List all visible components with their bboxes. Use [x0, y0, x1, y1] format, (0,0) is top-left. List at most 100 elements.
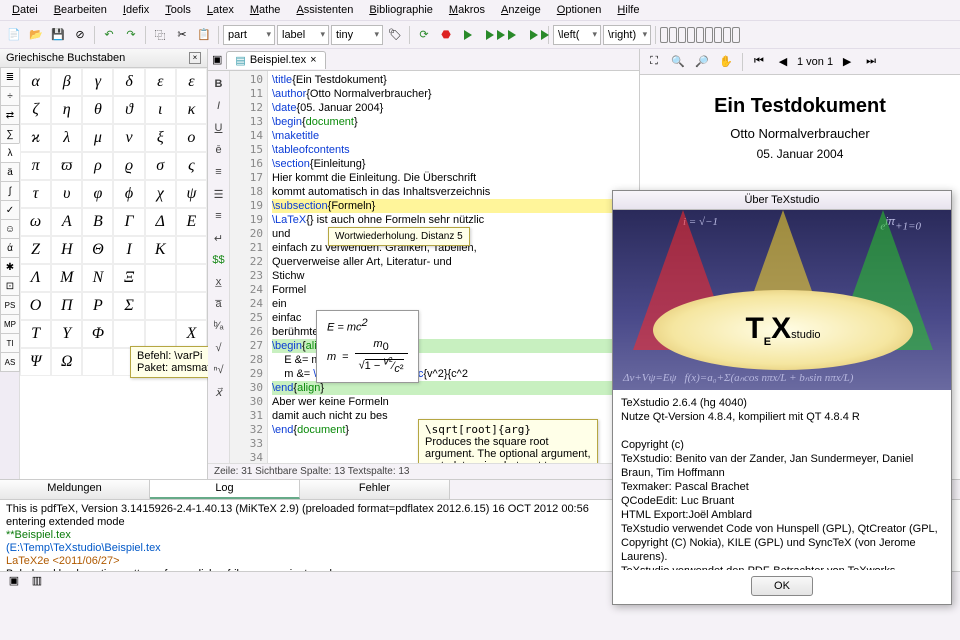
symbol-cell[interactable]: Ξ: [113, 264, 144, 292]
symbol-cell[interactable]: ϑ: [113, 96, 144, 124]
symbol-cell[interactable]: τ: [20, 180, 51, 208]
left-delim-combo[interactable]: \left(: [553, 25, 601, 45]
symbol-cell[interactable]: Φ: [82, 320, 113, 348]
symbol-cell[interactable]: χ: [145, 180, 176, 208]
stop-icon[interactable]: ⬣: [436, 25, 456, 45]
symtab-6[interactable]: ∫: [0, 181, 20, 201]
symbol-cell[interactable]: [176, 236, 207, 264]
symbol-cell[interactable]: υ: [51, 180, 82, 208]
menu-tools[interactable]: Tools: [159, 2, 197, 18]
prev-zoom-icon[interactable]: 🔍: [668, 52, 688, 72]
symbol-cell[interactable]: ν: [113, 124, 144, 152]
symbol-cell[interactable]: ξ: [145, 124, 176, 152]
fontsize-combo[interactable]: tiny: [331, 25, 383, 45]
symbol-cell[interactable]: δ: [113, 68, 144, 96]
symbol-cell[interactable]: Θ: [82, 236, 113, 264]
label-combo[interactable]: label: [277, 25, 329, 45]
menu-latex[interactable]: Latex: [201, 2, 240, 18]
menu-anzeige[interactable]: Anzeige: [495, 2, 547, 18]
menu-optionen[interactable]: Optionen: [551, 2, 608, 18]
menu-makros[interactable]: Makros: [443, 2, 491, 18]
align-right-icon[interactable]: ≡: [210, 207, 228, 225]
right-delim-combo[interactable]: \right): [603, 25, 651, 45]
symbol-cell[interactable]: Ω: [51, 348, 82, 376]
symtab-7[interactable]: ✓: [0, 200, 20, 220]
symbol-cell[interactable]: π: [20, 152, 51, 180]
symbol-cell[interactable]: Κ: [145, 236, 176, 264]
menu-datei[interactable]: Datei: [6, 2, 44, 18]
symbol-cell[interactable]: φ: [82, 180, 113, 208]
symbol-cell[interactable]: λ: [51, 124, 82, 152]
underline-icon[interactable]: U: [210, 119, 228, 137]
symbol-cell[interactable]: Ζ: [20, 236, 51, 264]
symbol-cell[interactable]: ζ: [20, 96, 51, 124]
prev-back-icon[interactable]: ◀: [773, 52, 793, 72]
sqrt-icon[interactable]: √: [210, 339, 228, 357]
symbol-cell[interactable]: Λ: [20, 264, 51, 292]
frac-icon[interactable]: ᵇ⁄ₐ: [210, 317, 228, 335]
paste-icon[interactable]: 📋: [194, 25, 214, 45]
align-left-icon[interactable]: ≡: [210, 163, 228, 181]
vec-icon[interactable]: x⃗: [210, 383, 228, 401]
build-icon[interactable]: ⟳: [414, 25, 434, 45]
symbol-cell[interactable]: γ: [82, 68, 113, 96]
sqrtn-icon[interactable]: ⁿ√: [210, 361, 228, 379]
tab-log[interactable]: Log: [150, 480, 300, 499]
italic-icon[interactable]: I: [210, 97, 228, 115]
new-file-icon[interactable]: 📄: [4, 25, 24, 45]
symbol-cell[interactable]: Σ: [113, 292, 144, 320]
prev-hand-icon[interactable]: ✋: [716, 52, 736, 72]
sub-icon[interactable]: x̲: [210, 273, 228, 291]
symbol-cell[interactable]: [113, 320, 144, 348]
menu-hilfe[interactable]: Hilfe: [611, 2, 645, 18]
symbol-cell[interactable]: Α: [51, 208, 82, 236]
symtab-15[interactable]: AS: [0, 352, 20, 372]
symbol-cell[interactable]: Ρ: [82, 292, 113, 320]
symbol-cell[interactable]: Τ: [20, 320, 51, 348]
symbol-cell[interactable]: [82, 348, 113, 376]
symbol-cell[interactable]: μ: [82, 124, 113, 152]
menu-idefix[interactable]: Idefix: [117, 2, 155, 18]
align-center-icon[interactable]: ☰: [210, 185, 228, 203]
ref-icon[interactable]: 🏷: [385, 25, 405, 45]
symbol-cell[interactable]: ϕ: [113, 180, 144, 208]
prev-fwd-icon[interactable]: ▶: [837, 52, 857, 72]
symbol-cell[interactable]: β: [51, 68, 82, 96]
symtab-10[interactable]: ✱: [0, 257, 20, 277]
symbol-cell[interactable]: η: [51, 96, 82, 124]
menu-bibliographie[interactable]: Bibliographie: [363, 2, 439, 18]
bold-icon[interactable]: B: [210, 75, 228, 93]
symbol-cell[interactable]: ς: [176, 152, 207, 180]
tab-meldungen[interactable]: Meldungen: [0, 480, 150, 499]
open-file-icon[interactable]: 📂: [26, 25, 46, 45]
tab-expand-icon[interactable]: ▣: [212, 53, 222, 66]
menu-assistenten[interactable]: Assistenten: [290, 2, 359, 18]
dollar-icon[interactable]: $$: [210, 251, 228, 269]
prev-last-icon[interactable]: ⏭: [861, 52, 881, 72]
symbol-cell[interactable]: Η: [51, 236, 82, 264]
symbol-cell[interactable]: Υ: [51, 320, 82, 348]
symbol-cell[interactable]: Ε: [176, 208, 207, 236]
symbol-cell[interactable]: [145, 320, 176, 348]
symbol-cell[interactable]: ϱ: [113, 152, 144, 180]
prev-first-icon[interactable]: ⏮: [749, 52, 769, 72]
symbol-cell[interactable]: Ο: [20, 292, 51, 320]
symbol-cell[interactable]: α: [20, 68, 51, 96]
symtab-0[interactable]: ≣: [0, 68, 20, 87]
symbol-cell[interactable]: Ν: [82, 264, 113, 292]
symbol-cell[interactable]: [145, 292, 176, 320]
symbol-cell[interactable]: Ι: [113, 236, 144, 264]
undo-icon[interactable]: ↶: [99, 25, 119, 45]
code-editor[interactable]: \title{Ein Testdokument}\author{Otto Nor…: [268, 71, 639, 463]
symbol-cell[interactable]: ε: [145, 68, 176, 96]
symtab-14[interactable]: TI: [0, 333, 20, 353]
symbol-cell[interactable]: ϖ: [51, 152, 82, 180]
symtab-2[interactable]: ⇄: [0, 105, 20, 125]
symbol-cell[interactable]: Δ: [145, 208, 176, 236]
footer-btn1[interactable]: ▣: [4, 571, 24, 591]
close-icon[interactable]: ⊘: [70, 25, 90, 45]
symbol-cell[interactable]: [176, 292, 207, 320]
save-icon[interactable]: 💾: [48, 25, 68, 45]
symbol-cell[interactable]: ω: [20, 208, 51, 236]
symtab-12[interactable]: PS: [0, 295, 20, 315]
